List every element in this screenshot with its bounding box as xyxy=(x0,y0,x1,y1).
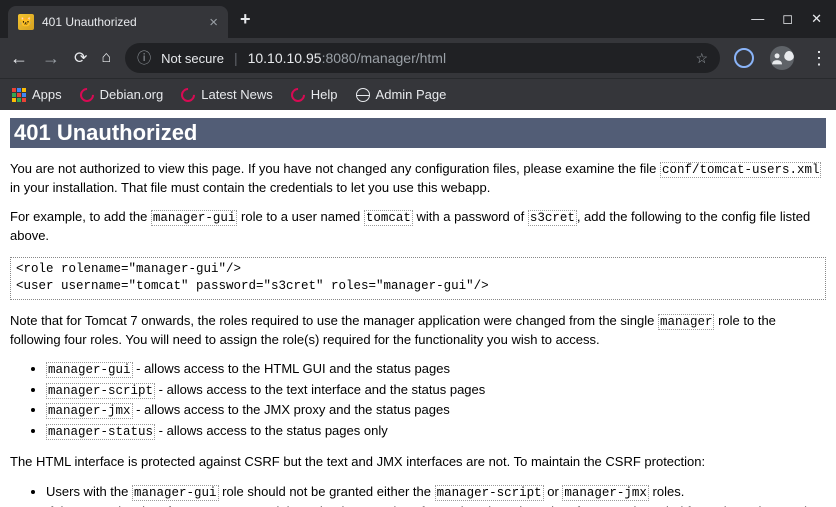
debian-icon xyxy=(288,85,308,105)
apps-icon xyxy=(12,88,26,102)
list-item: manager-status - allows access to the st… xyxy=(46,422,826,442)
code-role: manager xyxy=(658,314,715,330)
new-tab-button[interactable]: + xyxy=(228,9,263,30)
tab-title: 401 Unauthorized xyxy=(42,15,137,29)
close-tab-icon[interactable]: × xyxy=(209,15,218,30)
paragraph-example: For example, to add the manager-gui role… xyxy=(10,208,826,244)
profile-icon[interactable] xyxy=(770,46,794,70)
code-pass: s3cret xyxy=(528,210,577,226)
forward-button[interactable]: → xyxy=(42,48,60,69)
paragraph-intro: You are not authorized to view this page… xyxy=(10,160,826,196)
url-text: 10.10.10.95:8080/manager/html xyxy=(248,50,447,66)
list-item: Users with the manager-gui role should n… xyxy=(46,483,826,503)
paragraph-csrf: The HTML interface is protected against … xyxy=(10,453,826,471)
window-controls: — ◻ ✕ xyxy=(751,11,836,27)
browser-toolbar: ← → ⟳ ⌂ ⓘ Not secure | 10.10.10.95:8080/… xyxy=(0,38,836,78)
back-button[interactable]: ← xyxy=(10,48,28,69)
code-role: manager-gui xyxy=(151,210,238,226)
debian-icon xyxy=(178,85,198,105)
page-content: 401 Unauthorized You are not authorized … xyxy=(0,110,836,507)
list-item: manager-gui - allows access to the HTML … xyxy=(46,360,826,380)
browser-titlebar: 🐱 401 Unauthorized × + — ◻ ✕ xyxy=(0,0,836,38)
list-item: manager-jmx - allows access to the JMX p… xyxy=(46,401,826,421)
bookmark-help[interactable]: Help xyxy=(291,87,338,102)
debian-icon xyxy=(77,85,97,105)
minimize-icon[interactable]: — xyxy=(751,11,764,27)
roles-list: manager-gui - allows access to the HTML … xyxy=(46,360,826,441)
list-item: If the text or jmx interfaces are access… xyxy=(46,503,826,507)
page-title: 401 Unauthorized xyxy=(10,118,826,148)
paragraph-roles-intro: Note that for Tomcat 7 onwards, the role… xyxy=(10,312,826,348)
code-block: <role rolename="manager-gui"/> <user use… xyxy=(10,257,826,300)
address-bar[interactable]: ⓘ Not secure | 10.10.10.95:8080/manager/… xyxy=(125,43,720,73)
favicon-icon: 🐱 xyxy=(18,14,34,30)
list-item: manager-script - allows access to the te… xyxy=(46,381,826,401)
menu-icon[interactable]: ⋮ xyxy=(810,48,826,69)
security-status: Not secure xyxy=(161,51,224,66)
bookmarks-bar: Apps Debian.org Latest News Help Admin P… xyxy=(0,78,836,110)
bookmark-debian[interactable]: Debian.org xyxy=(80,87,164,102)
code-file: conf/tomcat-users.xml xyxy=(660,162,822,178)
csrf-list: Users with the manager-gui role should n… xyxy=(46,483,826,507)
bookmark-news[interactable]: Latest News xyxy=(181,87,273,102)
home-button[interactable]: ⌂ xyxy=(101,49,111,67)
bookmark-star-icon[interactable]: ☆ xyxy=(695,50,708,67)
toolbar-actions: ⋮ xyxy=(734,46,826,70)
bookmark-admin[interactable]: Admin Page xyxy=(356,87,447,102)
bookmark-apps[interactable]: Apps xyxy=(12,87,62,102)
close-window-icon[interactable]: ✕ xyxy=(811,11,822,27)
code-user: tomcat xyxy=(364,210,413,226)
globe-icon xyxy=(356,88,370,102)
maximize-icon[interactable]: ◻ xyxy=(782,11,793,27)
info-icon[interactable]: ⓘ xyxy=(137,48,151,68)
extension-icon[interactable] xyxy=(734,48,754,68)
separator: | xyxy=(234,50,238,66)
reload-button[interactable]: ⟳ xyxy=(74,48,87,68)
browser-tab[interactable]: 🐱 401 Unauthorized × xyxy=(8,6,228,38)
